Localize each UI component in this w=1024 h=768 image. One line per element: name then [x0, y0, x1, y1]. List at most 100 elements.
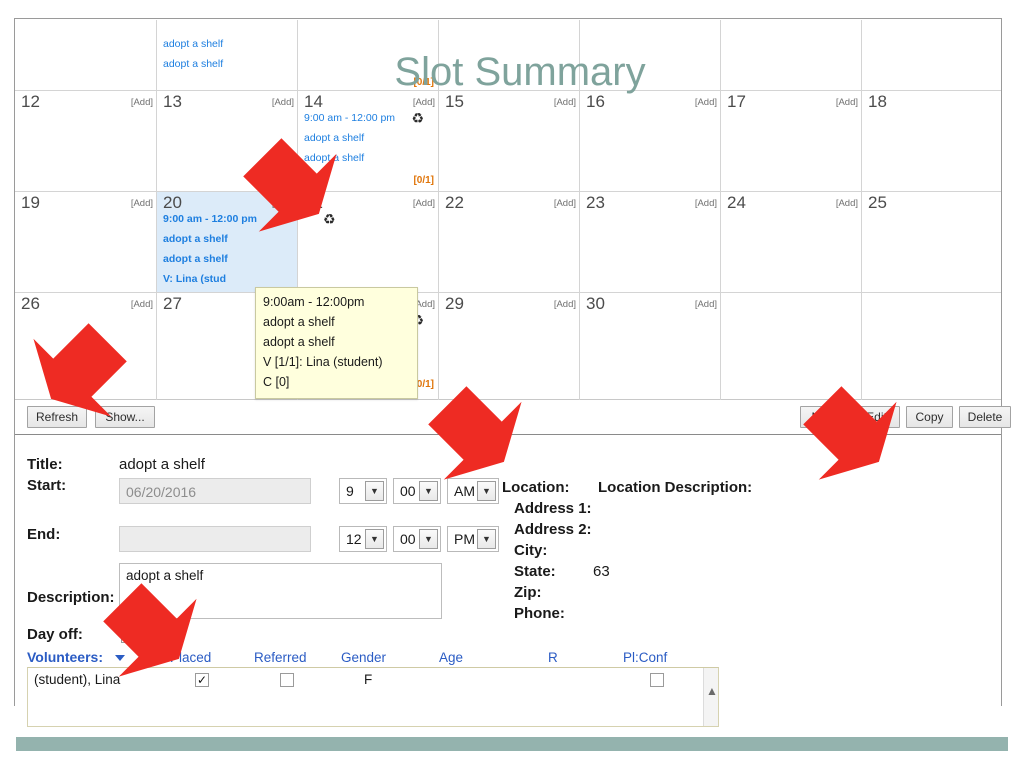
edit-button[interactable]: Edit — [853, 406, 900, 428]
copy-button[interactable]: Copy — [906, 406, 953, 428]
calendar-event[interactable]: adopt a shelf — [304, 132, 364, 144]
calendar-add-link[interactable]: [Add] — [413, 198, 435, 209]
slot-detail-form: Title: adopt a shelf Start: 06/20/2016 9… — [15, 436, 1001, 706]
calendar-cell-14[interactable]: 14 [Add] 9:00 am - 12:00 pm adopt a shel… — [297, 91, 438, 191]
calendar-cell-empty[interactable] — [861, 293, 1001, 400]
calendar-event-volunteer[interactable]: V: Lina (stud — [163, 273, 226, 285]
calendar-add-link[interactable]: [Add] — [836, 97, 858, 108]
calendar-add-link[interactable]: [Add] — [836, 198, 858, 209]
end-minute-select[interactable]: 00 ▼ — [393, 526, 441, 552]
calendar-event[interactable]: adopt a shelf — [163, 38, 223, 50]
volunteer-placed-checkbox[interactable]: ✓ — [195, 673, 209, 687]
table-row[interactable]: (student), Lina ✓ F — [28, 668, 705, 692]
calendar-cell[interactable] — [861, 20, 1001, 90]
calendar-add-link[interactable]: [Add] — [554, 97, 576, 108]
calendar-cell-18[interactable]: 18 — [861, 91, 1001, 191]
dayoff-checkbox[interactable] — [121, 629, 135, 643]
scroll-up-icon[interactable]: ▲ — [706, 684, 718, 698]
calendar-cell-20-selected[interactable]: 20 [Add] 9:00 am - 12:00 pm adopt a shel… — [156, 192, 297, 292]
calendar-event[interactable]: adopt a shelf — [304, 152, 364, 164]
calendar-cell-13[interactable]: 13 [Add] — [156, 91, 297, 191]
volunteer-name: (student), Lina — [34, 672, 121, 687]
zip-label: Zip: — [514, 584, 542, 601]
calendar-add-link[interactable]: [Add] — [695, 198, 717, 209]
calendar-cell-15[interactable]: 15 [Add] — [438, 91, 579, 191]
calendar-event-time[interactable]: 9:00 am - 12:00 pm — [163, 213, 257, 225]
calendar-cell[interactable]: [0/1] — [297, 20, 438, 90]
calendar-event[interactable]: adopt a shelf — [163, 58, 223, 70]
volunteer-plconf-checkbox[interactable] — [650, 673, 664, 687]
calendar-cell[interactable] — [438, 20, 579, 90]
calendar-add-link[interactable]: [Add] — [695, 299, 717, 310]
volunteer-referred-checkbox[interactable] — [280, 673, 294, 687]
volunteers-col-plconf: Pl:Conf — [623, 650, 668, 665]
calendar-day-number: 17 — [727, 92, 746, 111]
calendar-cell-19[interactable]: 19 [Add] — [15, 192, 156, 292]
chevron-down-icon: ▼ — [419, 481, 438, 501]
delete-button[interactable]: Delete — [959, 406, 1011, 428]
calendar-add-link[interactable]: [Add] — [695, 97, 717, 108]
volunteers-col-r: R — [548, 650, 558, 665]
calendar-event-time[interactable]: 9:00 am - 12:00 pm — [304, 112, 395, 124]
calendar-add-link[interactable]: [Add] — [413, 97, 435, 108]
start-date-input[interactable]: 06/20/2016 — [119, 478, 311, 504]
description-label: Description: — [27, 589, 115, 606]
calendar-cell[interactable] — [15, 20, 156, 90]
calendar-add-link[interactable]: [Add] — [131, 198, 153, 209]
calendar-day-number: 29 — [445, 294, 464, 313]
calendar-week-row-2: 19 [Add] 20 [Add] 9:00 am - 12:00 pm ado… — [15, 191, 1001, 292]
calendar-cell-12[interactable]: 12 [Add] — [15, 91, 156, 191]
calendar-event[interactable]: adopt a shelf — [163, 253, 228, 265]
calendar-cell-21[interactable]: 21 [Add] ♻ — [297, 192, 438, 292]
calendar-cell-22[interactable]: 22 [Add] — [438, 192, 579, 292]
end-hour-select[interactable]: 12 ▼ — [339, 526, 387, 552]
volunteers-label[interactable]: Volunteers: — [27, 649, 103, 665]
slot-tooltip: 9:00am - 12:00pm adopt a shelf adopt a s… — [255, 287, 418, 399]
calendar-day-number: 25 — [868, 193, 887, 212]
chevron-down-icon: ▼ — [477, 529, 496, 549]
calendar-cell[interactable] — [579, 20, 720, 90]
start-minute-select[interactable]: 00 ▼ — [393, 478, 441, 504]
volunteers-col-gender: Gender — [341, 650, 387, 665]
state-value: 63 — [593, 563, 610, 580]
calendar-cell-25[interactable]: 25 — [861, 192, 1001, 292]
title-label: Title: — [27, 456, 63, 473]
calendar-week-row-0: adopt a shelf adopt a shelf [0/1] — [15, 20, 1001, 90]
new-button[interactable]: New — [800, 406, 847, 428]
calendar-cell[interactable]: adopt a shelf adopt a shelf — [156, 20, 297, 90]
calendar-add-link[interactable]: [Add] — [554, 198, 576, 209]
calendar-cell-24[interactable]: 24 [Add] — [720, 192, 861, 292]
start-hour-select[interactable]: 9 ▼ — [339, 478, 387, 504]
calendar-cell-empty[interactable] — [720, 293, 861, 400]
calendar-cell-17[interactable]: 17 [Add] — [720, 91, 861, 191]
calendar-add-link[interactable]: [Add] — [272, 198, 294, 209]
calendar-cell-29[interactable]: 29 [Add] — [438, 293, 579, 400]
end-meridiem-select[interactable]: PM ▼ — [447, 526, 499, 552]
start-meridiem-select[interactable]: AM ▼ — [447, 478, 499, 504]
calendar-add-link[interactable]: [Add] — [272, 97, 294, 108]
calendar-day-number: 22 — [445, 193, 464, 212]
recurrence-icon: ♻ — [411, 110, 424, 126]
calendar-week-row-1: 12 [Add] 13 [Add] 14 [Add] 9:00 am - 12:… — [15, 90, 1001, 191]
calendar-day-number: 16 — [586, 92, 605, 111]
calendar-cell-30[interactable]: 30 [Add] — [579, 293, 720, 400]
calendar-cell[interactable] — [720, 20, 861, 90]
calendar-cell-23[interactable]: 23 [Add] — [579, 192, 720, 292]
volunteers-scrollbar[interactable]: ▲ — [703, 668, 718, 726]
calendar-day-number: 19 — [21, 193, 40, 212]
refresh-button[interactable]: Refresh — [27, 406, 87, 428]
calendar-cell-16[interactable]: 16 [Add] — [579, 91, 720, 191]
city-label: City: — [514, 542, 548, 559]
calendar-add-link[interactable]: [Add] — [131, 97, 153, 108]
show-button[interactable]: Show... — [95, 406, 155, 428]
sort-descending-icon[interactable] — [115, 655, 125, 661]
end-date-input[interactable] — [119, 526, 311, 552]
calendar-add-link[interactable]: [Add] — [554, 299, 576, 310]
calendar-day-number: 13 — [163, 92, 182, 111]
chevron-down-icon: ▼ — [419, 529, 438, 549]
description-textarea[interactable]: adopt a shelf — [119, 563, 442, 619]
calendar-day-number: 20 — [163, 193, 182, 212]
calendar-event[interactable]: adopt a shelf — [163, 233, 228, 245]
calendar-cell-26[interactable]: 26 [Add] — [15, 293, 156, 400]
calendar-add-link[interactable]: [Add] — [131, 299, 153, 310]
